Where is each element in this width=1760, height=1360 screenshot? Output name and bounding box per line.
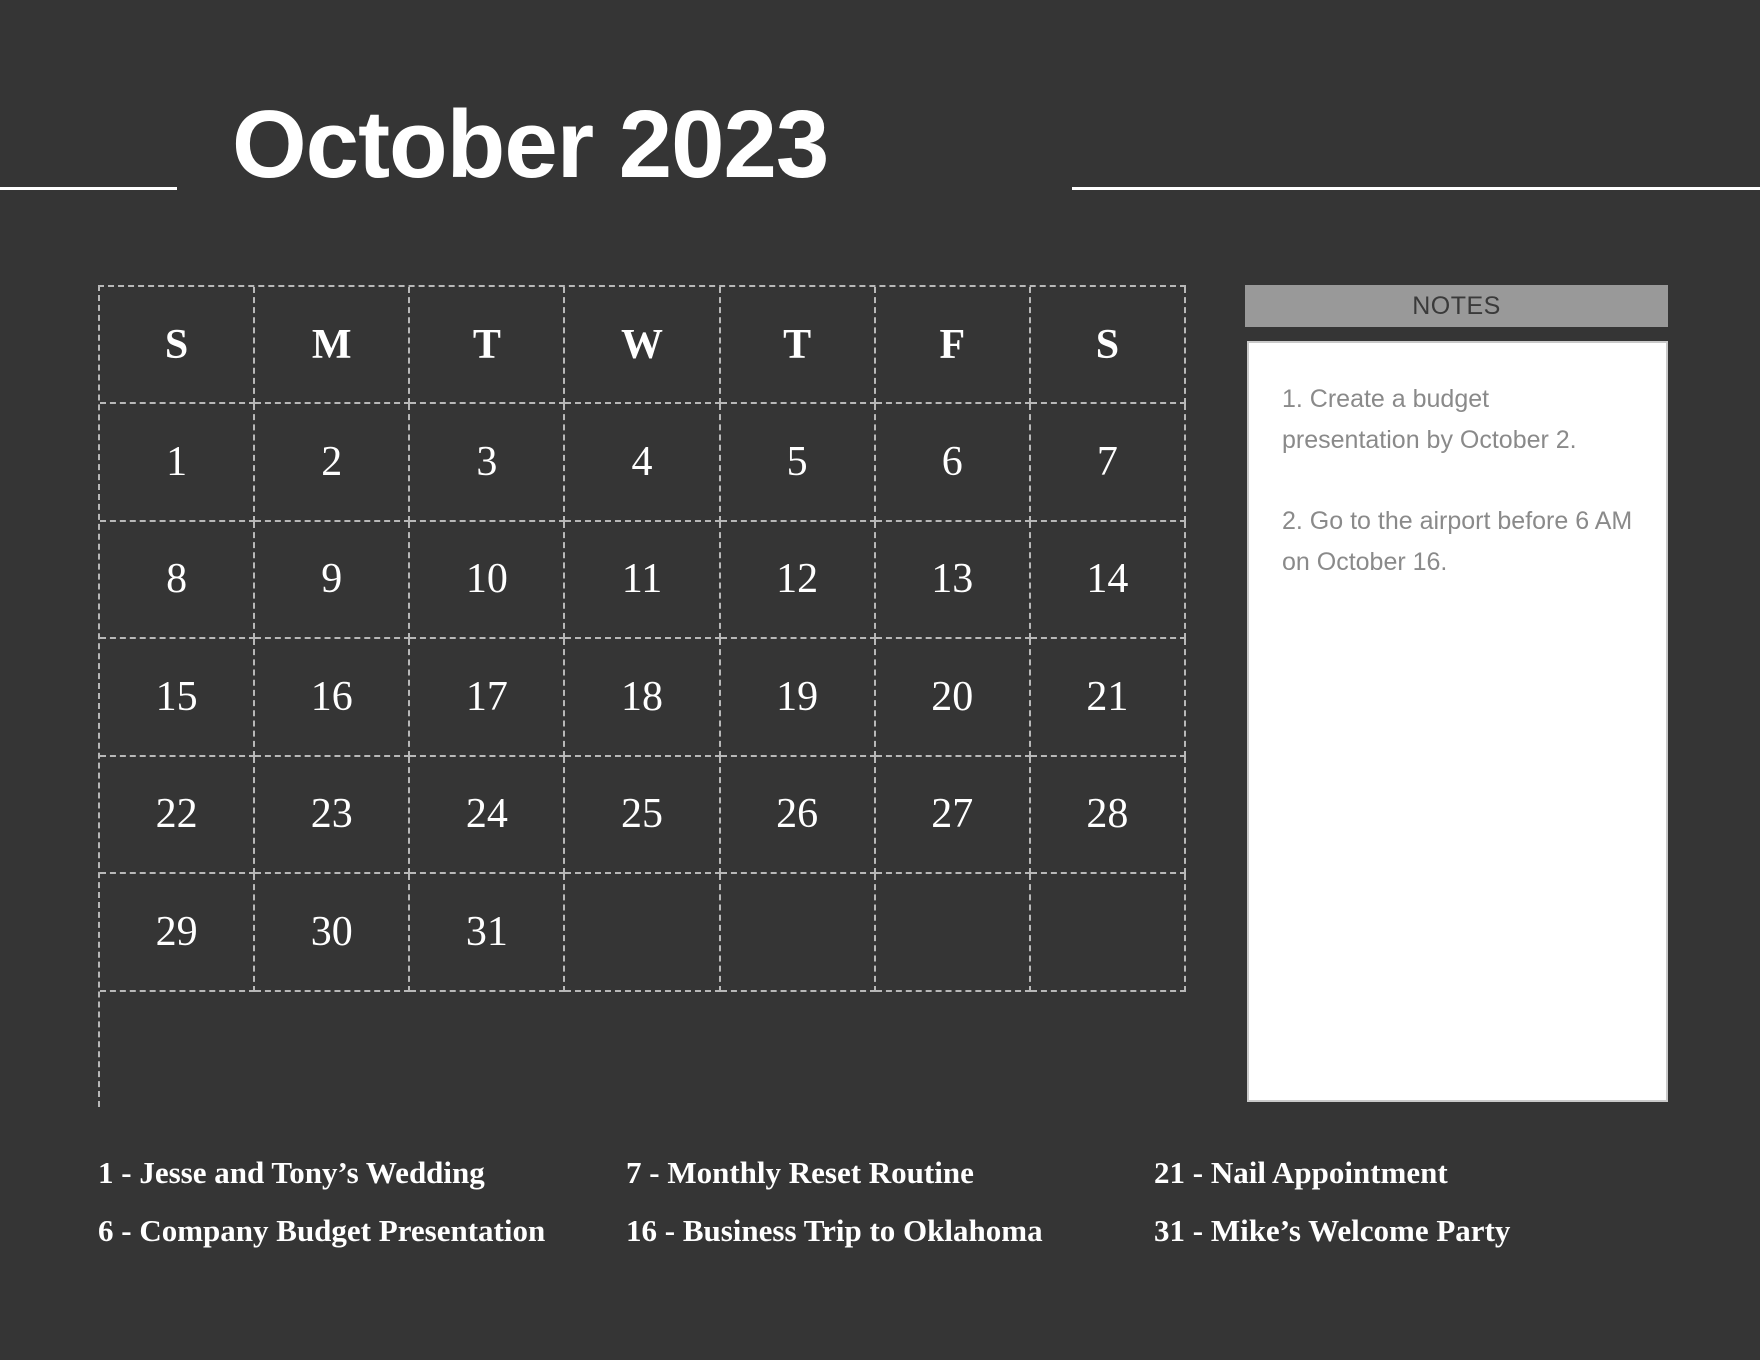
day-cell[interactable]: 10 (410, 521, 566, 639)
weekday-header-cell: S (1030, 287, 1186, 404)
day-cell[interactable]: 17 (410, 639, 566, 757)
day-cell[interactable]: 15 (100, 639, 256, 757)
day-number: 17 (465, 673, 508, 720)
day-cell[interactable]: 5 (720, 404, 876, 522)
day-number: 11 (621, 556, 663, 603)
day-number: 3 (476, 438, 498, 485)
day-cell[interactable]: 27 (875, 756, 1031, 874)
day-number: 6 (941, 438, 963, 485)
day-cell[interactable]: 11 (565, 521, 721, 639)
header-rule-left (0, 187, 177, 190)
note-item: 2. Go to the airport before 6 AM on Octo… (1282, 507, 1633, 576)
day-cell[interactable]: 24 (410, 756, 566, 874)
day-cell[interactable]: 18 (565, 639, 721, 757)
event-item: 7 - Monthly Reset Routine (626, 1155, 974, 1190)
event-item: 1 - Jesse and Tony’s Wedding (98, 1155, 485, 1190)
day-number: 14 (1086, 556, 1129, 603)
day-cell[interactable]: 25 (565, 756, 721, 874)
day-number: 27 (931, 791, 974, 838)
day-cell[interactable]: 26 (720, 756, 876, 874)
day-cell[interactable]: 8 (100, 521, 256, 639)
day-cell[interactable]: 29 (100, 874, 256, 992)
weekday-header-cell: M (255, 287, 411, 404)
day-cell[interactable]: 23 (255, 756, 411, 874)
day-number: 30 (310, 908, 353, 955)
day-number: 7 (1096, 438, 1118, 485)
events-list: 1 - Jesse and Tony’s Wedding 7 - Monthly… (98, 1155, 1678, 1249)
calendar-grid: S M T W T F S 1 2 3 4 5 6 7 8 9 10 11 12… (98, 285, 1186, 1107)
day-number: 1 (166, 438, 188, 485)
weekday-header-cell: F (875, 287, 1031, 404)
weekday-header-cell: W (565, 287, 721, 404)
day-cell[interactable]: 14 (1030, 521, 1186, 639)
day-number: 8 (166, 556, 188, 603)
weekday-label: M (311, 321, 352, 368)
weekday-label: T (783, 321, 812, 368)
weekday-header-cell: S (100, 287, 256, 404)
day-cell[interactable]: 22 (100, 756, 256, 874)
day-number: 20 (931, 673, 974, 720)
day-cell[interactable] (720, 874, 876, 992)
day-cell[interactable]: 20 (875, 639, 1031, 757)
day-number: 21 (1086, 673, 1129, 720)
note-item: 1. Create a budget presentation by Octob… (1282, 385, 1577, 454)
weekday-label: W (620, 321, 663, 368)
day-cell[interactable]: 16 (255, 639, 411, 757)
day-number: 19 (776, 673, 819, 720)
day-number: 25 (620, 791, 663, 838)
day-cell[interactable]: 7 (1030, 404, 1186, 522)
day-cell[interactable]: 13 (875, 521, 1031, 639)
weekday-header-cell: T (410, 287, 566, 404)
page-header: October 2023 (0, 80, 1760, 210)
day-number: 24 (465, 791, 508, 838)
day-cell[interactable] (875, 874, 1031, 992)
day-number: 28 (1086, 791, 1129, 838)
day-number: 29 (155, 908, 198, 955)
event-item: 21 - Nail Appointment (1154, 1155, 1448, 1190)
day-cell[interactable]: 3 (410, 404, 566, 522)
notes-panel-header: NOTES (1245, 285, 1668, 327)
day-cell[interactable]: 31 (410, 874, 566, 992)
header-rule-right (1072, 187, 1760, 190)
day-cell[interactable]: 28 (1030, 756, 1186, 874)
day-cell[interactable]: 19 (720, 639, 876, 757)
notes-panel[interactable]: 1. Create a budget presentation by Octob… (1247, 341, 1668, 1102)
day-number: 31 (465, 908, 508, 955)
weekday-header-cell: T (720, 287, 876, 404)
event-item: 6 - Company Budget Presentation (98, 1213, 546, 1248)
notes-title: NOTES (1412, 291, 1501, 320)
day-number: 26 (776, 791, 819, 838)
weekday-label: S (164, 321, 189, 368)
day-cell[interactable]: 1 (100, 404, 256, 522)
day-cell[interactable]: 9 (255, 521, 411, 639)
day-number: 22 (155, 791, 198, 838)
day-cell[interactable]: 30 (255, 874, 411, 992)
day-cell[interactable] (1030, 874, 1186, 992)
day-number: 4 (631, 438, 653, 485)
day-cell[interactable]: 2 (255, 404, 411, 522)
day-number: 15 (155, 673, 198, 720)
day-number: 18 (620, 673, 663, 720)
weekday-label: T (472, 321, 501, 368)
day-cell[interactable]: 4 (565, 404, 721, 522)
day-number: 5 (786, 438, 808, 485)
weekday-label: F (939, 321, 966, 368)
day-number: 9 (321, 556, 343, 603)
day-number: 12 (776, 556, 819, 603)
day-cell[interactable] (565, 874, 721, 992)
day-number: 16 (310, 673, 353, 720)
weekday-label: S (1095, 321, 1120, 368)
event-item: 16 - Business Trip to Oklahoma (626, 1213, 1043, 1248)
day-number: 23 (310, 791, 353, 838)
day-number: 10 (465, 556, 508, 603)
day-number: 13 (931, 556, 974, 603)
event-item: 31 - Mike’s Welcome Party (1154, 1213, 1511, 1248)
page-title: October 2023 (232, 91, 829, 198)
day-cell[interactable]: 12 (720, 521, 876, 639)
day-number: 2 (321, 438, 343, 485)
day-cell[interactable]: 21 (1030, 639, 1186, 757)
day-cell[interactable]: 6 (875, 404, 1031, 522)
